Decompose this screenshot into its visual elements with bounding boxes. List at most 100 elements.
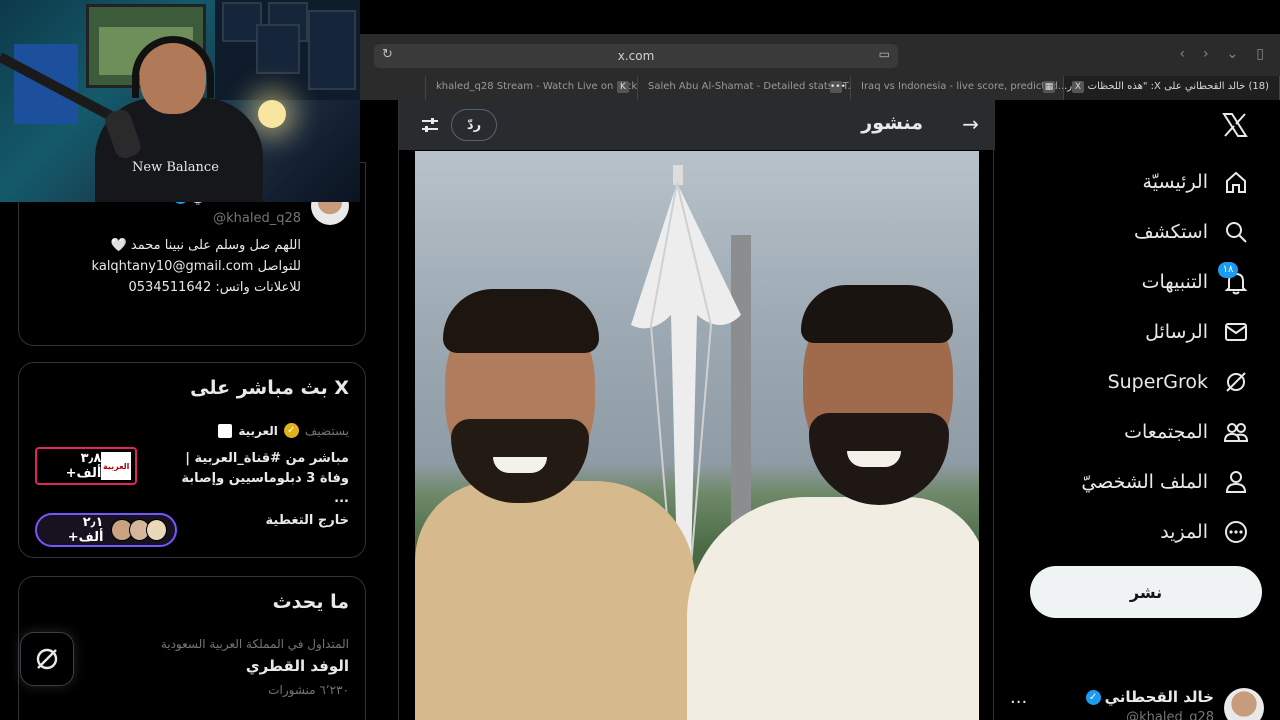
account-name: خالد القحطاني bbox=[1104, 688, 1214, 706]
account-handle: @khaled_q28 bbox=[1126, 710, 1214, 720]
person-left-smile bbox=[493, 457, 547, 473]
nav-label: استكشف bbox=[1133, 221, 1208, 243]
reply-button[interactable]: ردّ bbox=[451, 109, 497, 141]
search-icon bbox=[1222, 218, 1250, 246]
x-icon: X bbox=[1072, 81, 1084, 93]
listener-count: ٢٫١ ألف+ bbox=[67, 515, 104, 545]
reload-icon[interactable]: ↻ bbox=[382, 47, 393, 62]
ellipsis-icon[interactable]: ··· bbox=[1010, 692, 1027, 713]
person-right-hair bbox=[801, 285, 953, 343]
chevron-down-icon[interactable]: ⌄ bbox=[1227, 46, 1239, 62]
nav-label: الرئيسيّة bbox=[1142, 171, 1208, 193]
chevron-right-icon[interactable]: › bbox=[1203, 46, 1209, 62]
arrow-right-icon[interactable]: → bbox=[962, 112, 979, 136]
trend-post-count: ٦٬٢٣٠ منشورات bbox=[268, 683, 349, 697]
match-icon: ▦ bbox=[1043, 81, 1055, 93]
verified-badge-icon: ✓ bbox=[1085, 689, 1101, 705]
person-left-shirt bbox=[415, 481, 695, 720]
webcam-overlay: New Balance bbox=[0, 0, 360, 202]
tab-strip: khaled_q28 Stream - Watch Live on Kick K… bbox=[360, 76, 1280, 100]
bio-line: للاعلانات واتس: 0534511642 bbox=[128, 280, 302, 295]
chevron-left-icon[interactable]: ‹ bbox=[1179, 46, 1185, 62]
person-right-smile bbox=[847, 451, 901, 467]
account-switcher[interactable]: خالد القحطاني ✓ @khaled_q28 ··· bbox=[1010, 686, 1264, 720]
lamp bbox=[258, 100, 286, 128]
live-viewers-badge[interactable]: ٣٫٨ ألف+ العربية bbox=[35, 447, 137, 485]
tab-stats[interactable]: Saleh Abu Al-Shamat - Detailed stats | T… bbox=[638, 76, 851, 100]
viewer-count: ٣٫٨ ألف+ bbox=[65, 451, 102, 481]
post-photo[interactable] bbox=[415, 151, 979, 720]
post-button[interactable]: نشر bbox=[1030, 566, 1262, 618]
nav-home[interactable]: الرئيسيّة bbox=[1143, 160, 1250, 204]
live-description[interactable]: مباشر من #قناة_العربية | وفاة 3 دبلوماسي… bbox=[163, 449, 349, 509]
avatar bbox=[1224, 688, 1264, 720]
browser-toolbar: ↻ x.com ▭ ‹ › ⌄ ▯ bbox=[360, 40, 1280, 68]
grok-button[interactable] bbox=[20, 632, 74, 686]
person-icon bbox=[1222, 468, 1250, 496]
jersey-frame bbox=[308, 10, 356, 90]
nav-supergrok[interactable]: SuperGrok bbox=[1108, 360, 1250, 404]
notification-badge: ١٨ bbox=[1218, 262, 1238, 278]
avatar bbox=[145, 519, 167, 541]
trend-meta: المتداول في المملكة العربية السعودية bbox=[160, 637, 349, 651]
nav-communities[interactable]: المجتمعات bbox=[1124, 410, 1250, 454]
live-host[interactable]: يستضيف ✓ العربية bbox=[218, 423, 349, 438]
live-title: X بث مباشر على bbox=[190, 377, 349, 399]
post-header: → منشور ردّ bbox=[399, 100, 995, 150]
nav-explore[interactable]: استكشف bbox=[1134, 210, 1250, 254]
browser-chrome: ↻ x.com ▭ ‹ › ⌄ ▯ khaled_q28 Stream - Wa… bbox=[360, 34, 1280, 100]
left-nav: الرئيسيّة استكشف ١٨ التنبيهات الرسائل Su… bbox=[996, 100, 1280, 720]
bio-line: اللهم صل وسلم على نبينا محمد 🤍 bbox=[110, 238, 301, 253]
tab-title: (18) خالد القحطاني على X: "هذه اللحظات ل… bbox=[1064, 81, 1269, 92]
stats-icon: ••• bbox=[830, 81, 846, 93]
tab-x-post[interactable]: (18) خالد القحطاني على X: "هذه اللحظات ل… bbox=[1064, 76, 1280, 100]
grok-icon bbox=[1222, 368, 1250, 396]
nav-label: الملف الشخصيّ bbox=[1081, 471, 1208, 493]
tab-title: Saleh Abu Al-Shamat - Detailed stats | T… bbox=[648, 81, 851, 92]
tab-title: khaled_q28 Stream - Watch Live on Kick bbox=[436, 81, 638, 92]
sliders-icon[interactable] bbox=[419, 114, 441, 140]
bio-line: للتواصل kalqhtany10@gmail.com bbox=[91, 259, 301, 274]
bell-icon: ١٨ bbox=[1218, 262, 1250, 296]
communities-icon bbox=[1222, 418, 1250, 446]
grok-icon bbox=[36, 648, 58, 670]
url-text: x.com bbox=[617, 49, 655, 63]
shirt-logo: New Balance bbox=[132, 160, 219, 175]
nav-notifications[interactable]: ١٨ التنبيهات bbox=[1142, 260, 1250, 304]
trend-name[interactable]: الوفد القطري bbox=[246, 657, 349, 675]
trends-title: ما يحدث bbox=[272, 591, 349, 613]
nav-label: الرسائل bbox=[1145, 321, 1208, 343]
sidebar-toggle-icon[interactable]: ▯ bbox=[1256, 46, 1264, 62]
alarabiya-logo: العربية bbox=[101, 452, 131, 480]
page-title: منشور bbox=[861, 112, 923, 134]
space-title[interactable]: خارج التغطية bbox=[266, 513, 349, 528]
nav-more[interactable]: المزيد bbox=[1160, 510, 1250, 554]
tab-title: Iraq vs Indonesia - live score, predicte… bbox=[861, 81, 1064, 92]
x-logo-icon[interactable] bbox=[1222, 112, 1248, 142]
tab-partial[interactable] bbox=[360, 76, 426, 100]
nav-messages[interactable]: الرسائل bbox=[1145, 310, 1250, 354]
tab-match[interactable]: Iraq vs Indonesia - live score, predicte… bbox=[851, 76, 1064, 100]
host-name: العربية bbox=[238, 423, 278, 438]
more-icon bbox=[1222, 518, 1250, 546]
reader-mode-icon[interactable]: ▭ bbox=[879, 47, 890, 61]
nav-label: المزيد bbox=[1160, 521, 1208, 543]
host-label: يستضيف bbox=[304, 423, 349, 438]
live-card: X بث مباشر على يستضيف ✓ العربية مباشر من… bbox=[18, 362, 366, 558]
nav-profile[interactable]: الملف الشخصيّ bbox=[1081, 460, 1250, 504]
nav-label: المجتمعات bbox=[1124, 421, 1208, 443]
address-bar[interactable]: ↻ x.com ▭ bbox=[374, 44, 898, 68]
account-name-row: خالد القحطاني ✓ bbox=[1085, 688, 1214, 706]
profile-bio: اللهم صل وسلم على نبينا محمد 🤍 للتواصل k… bbox=[92, 235, 301, 298]
kick-icon: K bbox=[617, 81, 629, 93]
person-right-shirt bbox=[687, 497, 979, 720]
browser-nav: ‹ › ⌄ ▯ bbox=[1179, 46, 1264, 62]
nav-label: SuperGrok bbox=[1107, 371, 1208, 393]
profile-handle: @khaled_q28 bbox=[213, 211, 301, 226]
screen: New Balance ↻ x.com ▭ ‹ › ⌄ ▯ khaled_q28… bbox=[0, 0, 1280, 720]
person-left-hair bbox=[443, 289, 599, 353]
tab-kick[interactable]: khaled_q28 Stream - Watch Live on Kick K bbox=[426, 76, 638, 100]
home-icon bbox=[1222, 168, 1250, 196]
space-listeners-pill[interactable]: ٢٫١ ألف+ bbox=[35, 513, 177, 547]
host-logo-icon bbox=[218, 423, 233, 438]
